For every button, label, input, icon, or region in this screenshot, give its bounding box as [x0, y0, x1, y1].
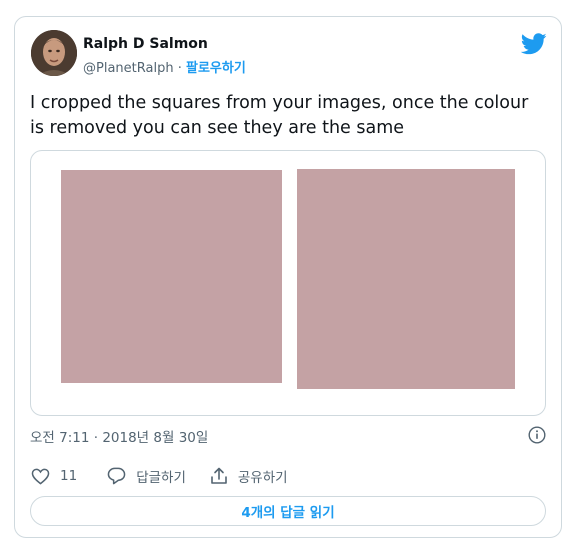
avatar[interactable]: [31, 30, 77, 76]
heart-icon: [31, 468, 50, 485]
like-button[interactable]: 11: [31, 468, 77, 485]
tweet-text: I cropped the squares from your images, …: [30, 93, 529, 138]
reply-icon: [107, 467, 126, 485]
twitter-bird-icon[interactable]: [521, 33, 547, 55]
handle-separator: ·: [173, 61, 186, 76]
tweet-timestamp[interactable]: 오전 7:11 · 2018년 8월 30일: [30, 426, 208, 446]
author-name[interactable]: Ralph D Salmon: [83, 36, 208, 52]
tweet-media[interactable]: [30, 150, 546, 416]
tweet-embed-card: Ralph D Salmon @PlanetRalph · 팔로우하기 I cr…: [14, 16, 562, 538]
follow-link[interactable]: 팔로우하기: [186, 61, 246, 76]
author-handle[interactable]: @PlanetRalph: [83, 61, 174, 76]
color-swatch-right: [297, 169, 515, 389]
info-icon[interactable]: [528, 426, 546, 444]
tweet-actions: 11 답글하기 공유하기: [31, 465, 288, 487]
share-button[interactable]: 공유하기: [210, 466, 288, 486]
reply-label: 답글하기: [136, 470, 186, 486]
share-label: 공유하기: [237, 470, 288, 486]
author-handle-line: @PlanetRalph · 팔로우하기: [83, 57, 246, 76]
share-icon: [211, 467, 227, 484]
read-replies-button[interactable]: 4개의 답글 읽기: [30, 496, 546, 526]
reply-button[interactable]: 답글하기: [107, 466, 186, 486]
like-count: 11: [60, 468, 78, 484]
color-swatch-left: [61, 170, 282, 383]
